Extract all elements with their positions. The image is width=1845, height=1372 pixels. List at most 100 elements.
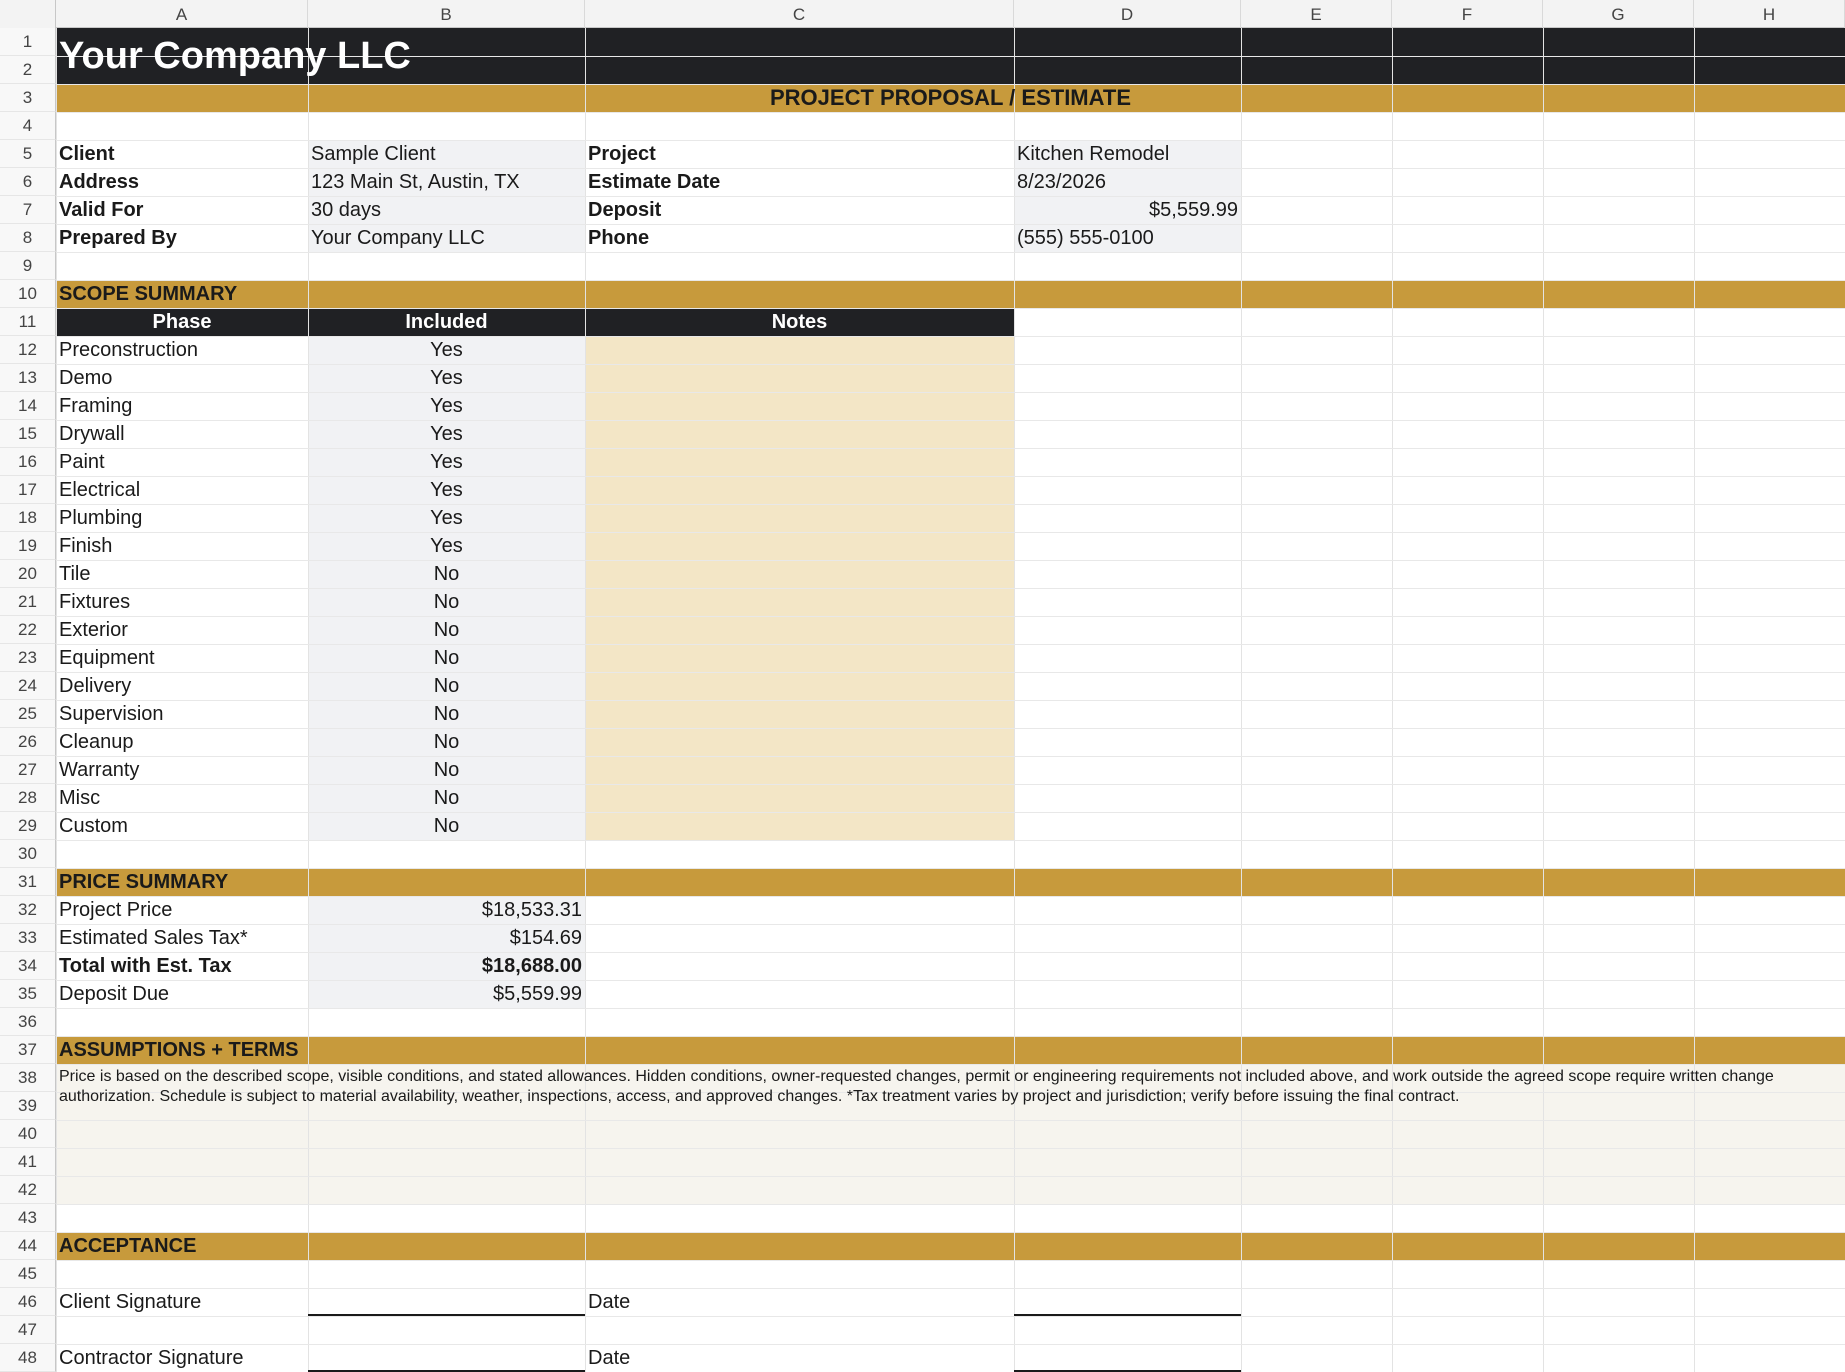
row-header[interactable]: 31 bbox=[0, 868, 56, 896]
column-header-f[interactable]: F bbox=[1392, 0, 1543, 28]
phase-notes-cell[interactable] bbox=[585, 476, 1014, 504]
row-header[interactable]: 47 bbox=[0, 1316, 56, 1344]
project-label[interactable]: Project bbox=[585, 140, 1014, 168]
total-value[interactable]: $18,688.00 bbox=[308, 952, 585, 980]
phase-included-cell[interactable]: Yes bbox=[308, 504, 585, 532]
row-header[interactable]: 23 bbox=[0, 644, 56, 672]
row-header[interactable]: 22 bbox=[0, 616, 56, 644]
row-header[interactable]: 40 bbox=[0, 1120, 56, 1148]
phase-included-cell[interactable]: No bbox=[308, 588, 585, 616]
contractor-signature-label[interactable]: Contractor Signature bbox=[56, 1344, 308, 1372]
deposit-label[interactable]: Deposit bbox=[585, 196, 1014, 224]
phase-included-cell[interactable]: Yes bbox=[308, 476, 585, 504]
column-header-g[interactable]: G bbox=[1543, 0, 1694, 28]
phase-notes-cell[interactable] bbox=[585, 812, 1014, 840]
phase-notes-cell[interactable] bbox=[585, 728, 1014, 756]
row-header[interactable]: 34 bbox=[0, 952, 56, 980]
phase-notes-cell[interactable] bbox=[585, 392, 1014, 420]
row-header[interactable]: 45 bbox=[0, 1260, 56, 1288]
row-header[interactable]: 12 bbox=[0, 336, 56, 364]
phase-name-cell[interactable]: Fixtures bbox=[56, 588, 308, 616]
phase-included-cell[interactable]: No bbox=[308, 700, 585, 728]
phase-included-cell[interactable]: No bbox=[308, 756, 585, 784]
phase-name-cell[interactable]: Custom bbox=[56, 812, 308, 840]
row-header[interactable]: 26 bbox=[0, 728, 56, 756]
phase-notes-cell[interactable] bbox=[585, 504, 1014, 532]
phase-name-cell[interactable]: Supervision bbox=[56, 700, 308, 728]
contractor-date-label[interactable]: Date bbox=[585, 1344, 1014, 1372]
deposit-due-label[interactable]: Deposit Due bbox=[56, 980, 308, 1008]
row-header[interactable]: 43 bbox=[0, 1204, 56, 1232]
row-header[interactable]: 10 bbox=[0, 280, 56, 308]
scope-summary-title[interactable]: SCOPE SUMMARY bbox=[56, 280, 585, 308]
phase-notes-cell[interactable] bbox=[585, 672, 1014, 700]
row-header[interactable]: 5 bbox=[0, 140, 56, 168]
row-header[interactable]: 7 bbox=[0, 196, 56, 224]
column-header-b[interactable]: B bbox=[308, 0, 585, 28]
row-header[interactable]: 11 bbox=[0, 308, 56, 336]
phase-included-cell[interactable]: No bbox=[308, 728, 585, 756]
row-header[interactable]: 41 bbox=[0, 1148, 56, 1176]
price-summary-title[interactable]: PRICE SUMMARY bbox=[56, 868, 585, 896]
phase-name-cell[interactable]: Plumbing bbox=[56, 504, 308, 532]
sales-tax-value[interactable]: $154.69 bbox=[308, 924, 585, 952]
row-header[interactable]: 1 bbox=[0, 28, 56, 56]
phase-name-cell[interactable]: Preconstruction bbox=[56, 336, 308, 364]
row-header[interactable]: 17 bbox=[0, 476, 56, 504]
row-header[interactable]: 19 bbox=[0, 532, 56, 560]
phase-included-cell[interactable]: Yes bbox=[308, 364, 585, 392]
phase-included-cell[interactable]: Yes bbox=[308, 392, 585, 420]
row-header[interactable]: 4 bbox=[0, 112, 56, 140]
row-header[interactable]: 24 bbox=[0, 672, 56, 700]
phase-notes-cell[interactable] bbox=[585, 560, 1014, 588]
row-header[interactable]: 46 bbox=[0, 1288, 56, 1316]
phase-notes-cell[interactable] bbox=[585, 336, 1014, 364]
phase-notes-cell[interactable] bbox=[585, 420, 1014, 448]
client-date-label[interactable]: Date bbox=[585, 1288, 1014, 1316]
row-header[interactable]: 18 bbox=[0, 504, 56, 532]
client-label[interactable]: Client bbox=[56, 140, 308, 168]
deposit-due-value[interactable]: $5,559.99 bbox=[308, 980, 585, 1008]
company-name[interactable]: Your Company LLC bbox=[56, 28, 1014, 84]
phase-name-cell[interactable]: Delivery bbox=[56, 672, 308, 700]
phase-included-cell[interactable]: No bbox=[308, 812, 585, 840]
phase-included-cell[interactable]: No bbox=[308, 616, 585, 644]
row-header[interactable]: 29 bbox=[0, 812, 56, 840]
phase-included-cell[interactable]: No bbox=[308, 644, 585, 672]
phase-included-cell[interactable]: Yes bbox=[308, 448, 585, 476]
row-header[interactable]: 33 bbox=[0, 924, 56, 952]
row-header[interactable]: 16 bbox=[0, 448, 56, 476]
deposit-value[interactable]: $5,559.99 bbox=[1014, 196, 1241, 224]
row-header[interactable]: 21 bbox=[0, 588, 56, 616]
row-header[interactable]: 30 bbox=[0, 840, 56, 868]
row-header[interactable]: 13 bbox=[0, 364, 56, 392]
notes-column-header[interactable]: Notes bbox=[585, 308, 1014, 336]
phase-notes-cell[interactable] bbox=[585, 700, 1014, 728]
row-header[interactable]: 36 bbox=[0, 1008, 56, 1036]
phase-name-cell[interactable]: Drywall bbox=[56, 420, 308, 448]
phase-notes-cell[interactable] bbox=[585, 756, 1014, 784]
column-header-e[interactable]: E bbox=[1241, 0, 1392, 28]
row-header[interactable]: 44 bbox=[0, 1232, 56, 1260]
client-date-line[interactable] bbox=[1014, 1314, 1241, 1316]
phase-notes-cell[interactable] bbox=[585, 532, 1014, 560]
phase-name-cell[interactable]: Finish bbox=[56, 532, 308, 560]
phase-name-cell[interactable]: Demo bbox=[56, 364, 308, 392]
phase-included-cell[interactable]: Yes bbox=[308, 420, 585, 448]
valid-for-label[interactable]: Valid For bbox=[56, 196, 308, 224]
column-header-h[interactable]: H bbox=[1694, 0, 1845, 28]
address-value[interactable]: 123 Main St, Austin, TX bbox=[308, 168, 585, 196]
client-signature-label[interactable]: Client Signature bbox=[56, 1288, 308, 1316]
column-header-c[interactable]: C bbox=[585, 0, 1014, 28]
phase-notes-cell[interactable] bbox=[585, 448, 1014, 476]
phase-name-cell[interactable]: Electrical bbox=[56, 476, 308, 504]
phone-value[interactable]: (555) 555-0100 bbox=[1014, 224, 1241, 252]
terms-text[interactable]: Price is based on the described scope, v… bbox=[56, 1064, 1845, 1204]
row-header[interactable]: 15 bbox=[0, 420, 56, 448]
project-value[interactable]: Kitchen Remodel bbox=[1014, 140, 1241, 168]
row-header[interactable]: 37 bbox=[0, 1036, 56, 1064]
phase-name-cell[interactable]: Warranty bbox=[56, 756, 308, 784]
estimate-date-label[interactable]: Estimate Date bbox=[585, 168, 1014, 196]
phase-name-cell[interactable]: Paint bbox=[56, 448, 308, 476]
row-header[interactable]: 25 bbox=[0, 700, 56, 728]
